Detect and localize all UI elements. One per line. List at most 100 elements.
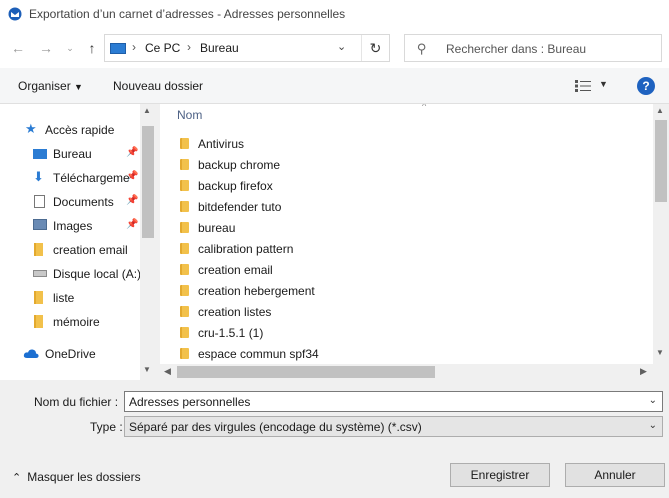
folder-icon (180, 327, 189, 338)
view-options-icon[interactable] (575, 80, 591, 92)
help-icon[interactable]: ? (637, 77, 655, 95)
search-icon: ⚲ (417, 41, 427, 56)
folder-icon (180, 285, 189, 296)
filename-field[interactable]: Adresses personnelles ⌄ (124, 391, 663, 412)
scroll-right-arrow-icon[interactable]: ▶ (640, 366, 647, 377)
nav-item-label: Accès rapide (45, 123, 115, 137)
file-list-vertical-scrollbar[interactable]: ▲ ▼ (653, 104, 669, 364)
window-title: Exportation d’un carnet d’adresses - Adr… (29, 7, 346, 21)
type-label: Type : (90, 420, 123, 434)
star-icon: ★ (25, 121, 37, 136)
column-header-name[interactable]: Nom (177, 108, 202, 122)
refresh-icon[interactable]: ↻ (361, 35, 389, 61)
nav-item-telechargements[interactable]: ⬇ Téléchargeme 📌 (0, 167, 140, 189)
new-folder-button[interactable]: Nouveau dossier (113, 79, 203, 93)
recent-locations-chevron-icon[interactable]: ⌄ (62, 40, 78, 56)
scroll-down-arrow-icon[interactable]: ▼ (656, 348, 664, 357)
pin-icon[interactable]: 📌 (126, 147, 138, 158)
navigation-bar: ← → ⌄ ↑ › Ce PC › Bureau ⌄ ↻ ⚲ Recherche… (0, 30, 669, 68)
nav-pane-scrollbar[interactable]: ▲ ▼ (140, 104, 156, 380)
scroll-left-arrow-icon[interactable]: ◀ (164, 366, 171, 377)
file-list-item[interactable]: backup chrome (180, 155, 640, 175)
file-list-item[interactable]: Antivirus (180, 134, 640, 154)
chevron-down-icon[interactable]: ⌄ (649, 395, 657, 406)
chevron-down-icon[interactable]: ⌄ (649, 420, 657, 431)
file-type-value: Séparé par des virgules (encodage du sys… (129, 420, 422, 434)
nav-item-onedrive[interactable]: OneDrive (0, 343, 140, 365)
chevron-up-icon: ⌃ (12, 472, 22, 484)
computer-icon (110, 43, 126, 54)
drive-icon (33, 270, 47, 277)
save-button[interactable]: Enregistrer (450, 463, 550, 487)
folder-icon (34, 243, 43, 256)
nav-item-label: Documents (53, 195, 114, 209)
view-dropdown-chevron-icon[interactable]: ▼ (599, 79, 608, 89)
hide-folders-label: Masquer les dossiers (27, 470, 141, 484)
file-list-item[interactable]: creation email (180, 260, 640, 280)
folder-icon (180, 306, 189, 317)
file-list-item[interactable]: creation listes (180, 302, 640, 322)
scrollbar-thumb[interactable] (142, 126, 154, 238)
save-form: Nom du fichier : Adresses personnelles ⌄… (0, 380, 669, 498)
folder-icon (180, 222, 189, 233)
breadcrumb-bureau[interactable]: Bureau (200, 41, 239, 55)
file-name: bitdefender tuto (198, 200, 282, 214)
file-list-item[interactable]: bitdefender tuto (180, 197, 640, 217)
hide-folders-toggle[interactable]: ⌃ Masquer les dossiers (12, 470, 141, 484)
scroll-down-arrow-icon[interactable]: ▼ (143, 365, 151, 374)
file-list-item[interactable]: creation hebergement (180, 281, 640, 301)
file-list-item[interactable]: bureau (180, 218, 640, 238)
breadcrumb-ce-pc[interactable]: Ce PC (145, 41, 180, 55)
file-list-item[interactable]: calibration pattern (180, 239, 640, 259)
folder-icon (180, 159, 189, 170)
pin-icon[interactable]: 📌 (126, 171, 138, 182)
nav-item-bureau[interactable]: Bureau 📌 (0, 143, 140, 165)
file-name: espace commun spf34 (198, 347, 319, 361)
scroll-up-arrow-icon[interactable]: ▲ (656, 106, 664, 115)
scroll-up-arrow-icon[interactable]: ▲ (143, 106, 151, 115)
file-type-select[interactable]: Séparé par des virgules (encodage du sys… (124, 416, 663, 437)
search-placeholder: Rechercher dans : Bureau (446, 42, 587, 56)
forward-arrow-icon[interactable]: → (38, 40, 54, 56)
search-input[interactable]: ⚲ Rechercher dans : Bureau (404, 34, 662, 62)
nav-item-images[interactable]: Images 📌 (0, 215, 140, 237)
nav-item-memoire[interactable]: mémoire (0, 311, 140, 333)
images-icon (33, 219, 47, 230)
nav-item-label: OneDrive (45, 347, 96, 361)
file-list-item[interactable]: cru-1.5.1 (1) (180, 323, 640, 343)
cancel-button[interactable]: Annuler (565, 463, 665, 487)
address-bar[interactable]: › Ce PC › Bureau ⌄ ↻ (104, 34, 390, 62)
navigation-pane: ★ Accès rapide Bureau 📌 ⬇ Téléchargeme 📌… (0, 104, 156, 380)
filename-value: Adresses personnelles (129, 395, 251, 409)
folder-icon (180, 264, 189, 275)
file-list-item[interactable]: espace commun spf34 (180, 344, 640, 364)
scrollbar-thumb[interactable] (177, 366, 435, 378)
chevron-down-icon[interactable]: ⌄ (337, 40, 353, 56)
up-arrow-icon[interactable]: ↑ (84, 40, 100, 56)
file-name: backup firefox (198, 179, 273, 193)
nav-item-label: Disque local (A:) (53, 267, 142, 281)
breadcrumb-separator-icon[interactable]: › (132, 40, 136, 54)
back-arrow-icon[interactable]: ← (10, 40, 26, 56)
documents-icon (34, 195, 45, 208)
scrollbar-thumb[interactable] (655, 120, 667, 202)
breadcrumb-separator-icon[interactable]: › (187, 40, 191, 54)
pin-icon[interactable]: 📌 (126, 219, 138, 230)
file-list-pane: ^ Nom Antivirus backup chrome backup fir… (160, 104, 669, 380)
thunderbird-app-icon (8, 7, 22, 21)
nav-item-documents[interactable]: Documents 📌 (0, 191, 140, 213)
pin-icon[interactable]: 📌 (126, 195, 138, 206)
nav-item-liste[interactable]: liste (0, 287, 140, 309)
nav-item-acces-rapide[interactable]: ★ Accès rapide (0, 119, 140, 141)
chevron-down-icon: ▼ (74, 82, 83, 92)
file-name: creation hebergement (198, 284, 315, 298)
nav-item-label: liste (53, 291, 75, 305)
file-list-horizontal-scrollbar[interactable]: ◀ ▶ (160, 364, 653, 380)
nav-item-label: Images (53, 219, 93, 233)
nav-item-disque-local[interactable]: Disque local (A:) (0, 263, 142, 285)
nav-item-label: Bureau (53, 147, 92, 161)
file-name: Antivirus (198, 137, 245, 151)
file-list-item[interactable]: backup firefox (180, 176, 640, 196)
organize-button[interactable]: Organiser ▼ (18, 79, 83, 93)
nav-item-creation-email[interactable]: creation email (0, 239, 140, 261)
